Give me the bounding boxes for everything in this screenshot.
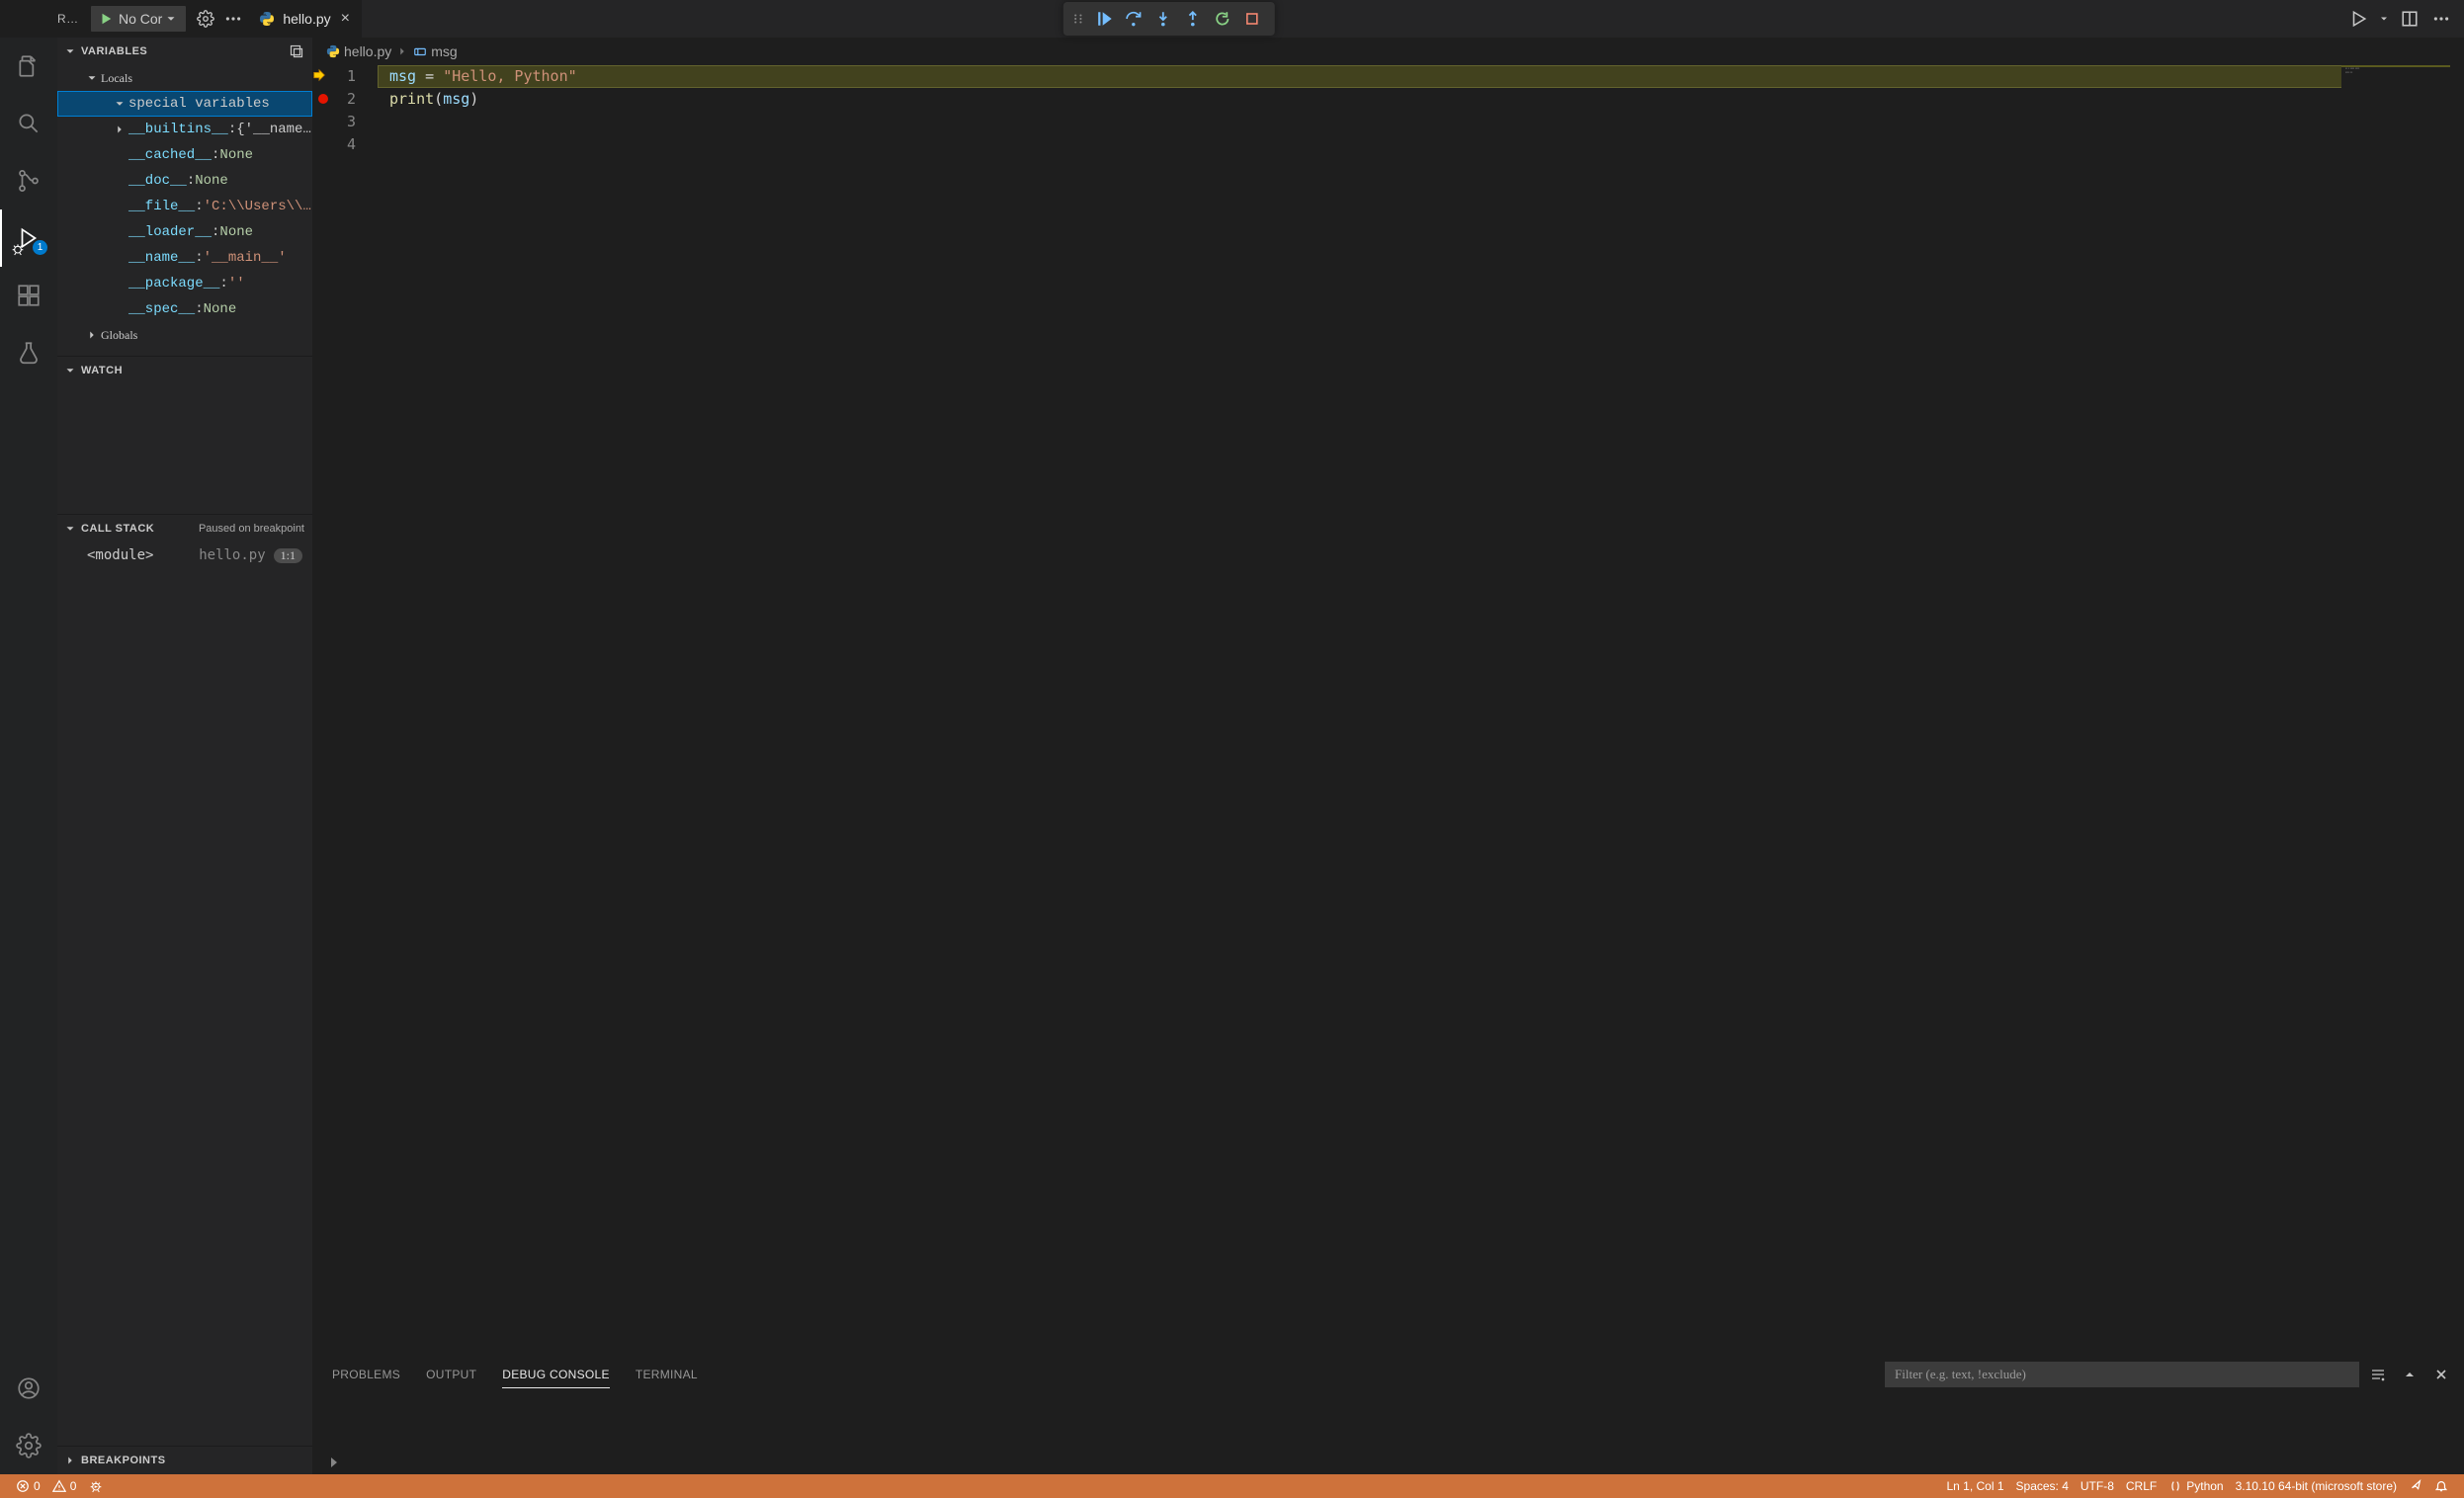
gutter-row[interactable]: 2 bbox=[312, 88, 378, 111]
list-icon[interactable] bbox=[2365, 1362, 2391, 1387]
breadcrumb-file: hello.py bbox=[344, 43, 391, 59]
breadcrumb[interactable]: hello.py msg bbox=[312, 38, 2464, 65]
status-debug-icon[interactable] bbox=[82, 1474, 110, 1498]
step-out-button[interactable] bbox=[1177, 4, 1207, 34]
collapse-all-icon[interactable] bbox=[289, 43, 304, 59]
panel-tab[interactable]: TERMINAL bbox=[636, 1368, 698, 1381]
grip-icon[interactable] bbox=[1070, 12, 1084, 26]
code-line[interactable] bbox=[378, 133, 2464, 156]
extensions-tab[interactable] bbox=[0, 267, 57, 324]
chevron-right-icon bbox=[395, 44, 409, 58]
status-feedback-icon[interactable] bbox=[2403, 1474, 2428, 1498]
frame-file: hello.py bbox=[199, 547, 265, 563]
settings-icon[interactable] bbox=[0, 1417, 57, 1474]
search-tab[interactable] bbox=[0, 95, 57, 152]
filter-input[interactable] bbox=[1885, 1362, 2359, 1387]
variable-row[interactable]: __builtins__: {'__name… bbox=[57, 117, 312, 142]
python-file-icon bbox=[326, 44, 340, 58]
variable-row[interactable]: Locals bbox=[57, 65, 312, 91]
status-interpreter[interactable]: 3.10.10 64-bit (microsoft store) bbox=[2230, 1474, 2403, 1498]
split-editor-icon[interactable] bbox=[2395, 0, 2424, 38]
panel-tab[interactable]: OUTPUT bbox=[426, 1368, 476, 1381]
debug-config-selector[interactable]: No Cor bbox=[91, 6, 186, 32]
stop-button[interactable] bbox=[1236, 4, 1266, 34]
step-over-button[interactable] bbox=[1118, 4, 1147, 34]
variable-row[interactable]: __package__: '' bbox=[57, 271, 312, 296]
editor-tab[interactable]: hello.py × bbox=[247, 0, 363, 38]
panel-tab[interactable]: DEBUG CONSOLE bbox=[502, 1368, 610, 1388]
status-bar: 0 0 Ln 1, Col 1 Spaces: 4 UTF-8 CRLF Pyt… bbox=[0, 1474, 2464, 1498]
variables-section-header[interactable]: VARIABLES bbox=[57, 38, 312, 65]
testing-tab[interactable] bbox=[0, 324, 57, 381]
chevron-down-icon bbox=[63, 44, 77, 58]
debug-toolbar bbox=[1062, 2, 1274, 36]
status-warnings[interactable]: 0 bbox=[46, 1474, 83, 1498]
debug-config-name: No Cor bbox=[119, 11, 162, 27]
frame-name: <module> bbox=[87, 547, 153, 563]
run-view-title: RUN AND DEBUG bbox=[57, 12, 85, 26]
gutter-row[interactable]: 4 bbox=[312, 133, 378, 156]
status-indent[interactable]: Spaces: 4 bbox=[2010, 1474, 2075, 1498]
python-file-icon bbox=[259, 11, 275, 27]
more-icon[interactable] bbox=[219, 0, 247, 38]
variable-row[interactable]: __doc__: None bbox=[57, 168, 312, 194]
variable-row[interactable]: __name__: '__main__' bbox=[57, 245, 312, 271]
section-title: WATCH bbox=[81, 365, 123, 376]
close-panel-icon[interactable] bbox=[2428, 1362, 2454, 1387]
gutter-row[interactable]: 1 bbox=[312, 65, 378, 88]
variable-row[interactable]: special variables bbox=[57, 91, 312, 117]
frame-location: 1:1 bbox=[274, 548, 302, 563]
section-title: BREAKPOINTS bbox=[81, 1455, 166, 1466]
variable-row[interactable]: __spec__: None bbox=[57, 296, 312, 322]
callstack-section-header[interactable]: CALL STACK Paused on breakpoint bbox=[57, 515, 312, 542]
callstack-status: Paused on breakpoint bbox=[199, 523, 304, 535]
repl-chevron-icon[interactable] bbox=[326, 1455, 342, 1470]
panel-tab[interactable]: PROBLEMS bbox=[332, 1368, 400, 1381]
explorer-tab[interactable] bbox=[0, 38, 57, 95]
run-dropdown-icon[interactable] bbox=[2375, 0, 2393, 38]
status-language[interactable]: Python bbox=[2163, 1474, 2229, 1498]
variable-row[interactable]: __loader__: None bbox=[57, 219, 312, 245]
chevron-down-icon bbox=[63, 364, 77, 377]
variable-row[interactable]: __cached__: None bbox=[57, 142, 312, 168]
step-into-button[interactable] bbox=[1147, 4, 1177, 34]
activity-bar: 1 bbox=[0, 38, 57, 1474]
debug-badge: 1 bbox=[33, 240, 47, 255]
run-button[interactable] bbox=[2343, 0, 2373, 38]
accounts-icon[interactable] bbox=[0, 1360, 57, 1417]
status-eol[interactable]: CRLF bbox=[2120, 1474, 2163, 1498]
play-icon bbox=[99, 12, 113, 26]
chevron-right-icon bbox=[63, 1454, 77, 1467]
gutter-row[interactable]: 3 bbox=[312, 111, 378, 133]
watch-section-header[interactable]: WATCH bbox=[57, 357, 312, 384]
status-bell-icon[interactable] bbox=[2428, 1474, 2454, 1498]
tab-close-icon[interactable]: × bbox=[341, 10, 350, 28]
chevron-up-icon[interactable] bbox=[2397, 1362, 2422, 1387]
breadcrumb-symbol: msg bbox=[431, 43, 457, 59]
status-errors[interactable]: 0 bbox=[10, 1474, 46, 1498]
stack-frame[interactable]: <module> hello.py 1:1 bbox=[57, 542, 312, 568]
variable-row[interactable]: __file__: 'C:\\Users\\… bbox=[57, 194, 312, 219]
section-title: VARIABLES bbox=[81, 45, 147, 57]
chevron-down-icon bbox=[63, 522, 77, 536]
debug-side-panel: VARIABLES Localsspecial variables__built… bbox=[57, 38, 312, 1474]
variable-row[interactable]: Globals bbox=[57, 322, 312, 348]
symbol-variable-icon bbox=[413, 44, 427, 58]
gear-icon[interactable] bbox=[192, 0, 219, 38]
breakpoint-icon[interactable] bbox=[318, 94, 328, 104]
status-encoding[interactable]: UTF-8 bbox=[2075, 1474, 2120, 1498]
editor-more-icon[interactable] bbox=[2426, 0, 2456, 38]
continue-button[interactable] bbox=[1088, 4, 1118, 34]
breakpoints-section-header[interactable]: BREAKPOINTS bbox=[57, 1447, 312, 1474]
run-debug-tab[interactable]: 1 bbox=[0, 209, 57, 267]
restart-button[interactable] bbox=[1207, 4, 1236, 34]
code-line[interactable] bbox=[378, 111, 2464, 133]
status-cursor[interactable]: Ln 1, Col 1 bbox=[1940, 1474, 2009, 1498]
source-control-tab[interactable] bbox=[0, 152, 57, 209]
tab-title: hello.py bbox=[283, 11, 330, 27]
section-title: CALL STACK bbox=[81, 523, 154, 535]
code-line[interactable]: print(msg) bbox=[378, 88, 2464, 111]
